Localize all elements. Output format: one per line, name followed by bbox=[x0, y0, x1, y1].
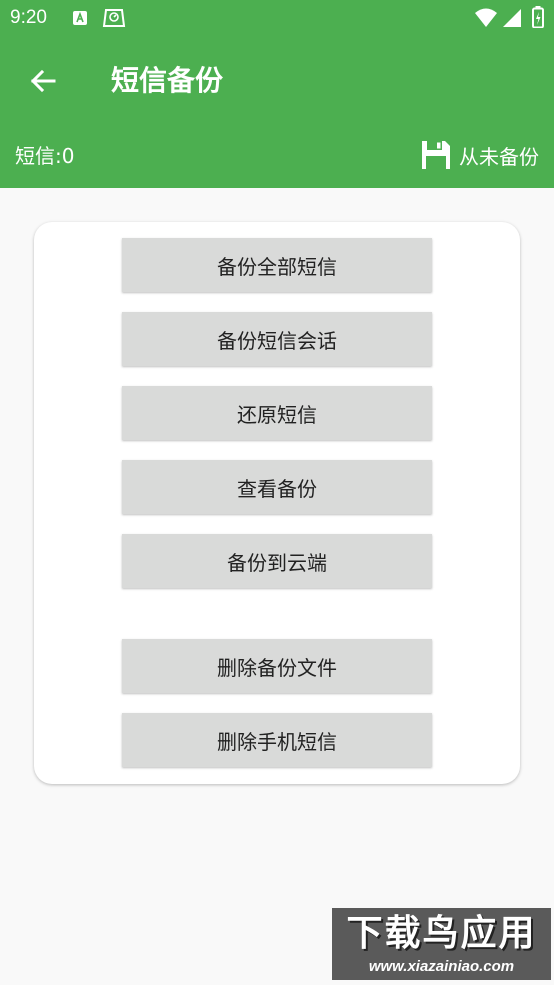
backup-status-label: 从未备份 bbox=[459, 144, 539, 169]
backup-sms-conversations-button[interactable]: 备份短信会话 bbox=[122, 312, 432, 366]
actions-card: 备份全部短信 备份短信会话 还原短信 查看备份 备份到云端 删除备份文件 删除手… bbox=[34, 222, 520, 784]
sms-count: 短信:0 bbox=[15, 144, 75, 168]
page-title: 短信备份 bbox=[111, 64, 224, 97]
scale-notification-icon bbox=[102, 9, 126, 27]
delete-phone-sms-button[interactable]: 删除手机短信 bbox=[122, 713, 432, 767]
status-time: 9:20 bbox=[10, 7, 47, 28]
arrow-back-icon bbox=[30, 69, 56, 93]
backup-status-button[interactable]: 从未备份 bbox=[421, 138, 539, 172]
view-backup-button[interactable]: 查看备份 bbox=[122, 460, 432, 514]
status-bar: 9:20 bbox=[0, 0, 554, 40]
restore-sms-button[interactable]: 还原短信 bbox=[122, 386, 432, 440]
app-header: 9:20 短信备份 短信:0 从未备份 bbox=[0, 0, 554, 188]
backup-all-sms-button[interactable]: 备份全部短信 bbox=[122, 238, 432, 292]
delete-backup-files-button[interactable]: 删除备份文件 bbox=[122, 639, 432, 693]
signal-icon bbox=[503, 9, 521, 27]
watermark-logo: 下载鸟应用 www.xiazainiao.com bbox=[332, 908, 551, 980]
watermark-title: 下载鸟应用 bbox=[346, 913, 537, 954]
wifi-icon bbox=[475, 8, 497, 27]
battery-icon bbox=[532, 6, 544, 28]
back-button[interactable] bbox=[24, 62, 62, 100]
watermark-url: www.xiazainiao.com bbox=[368, 958, 515, 975]
save-icon bbox=[422, 141, 450, 169]
app-notification-icon bbox=[73, 11, 87, 25]
backup-to-cloud-button[interactable]: 备份到云端 bbox=[122, 534, 432, 588]
